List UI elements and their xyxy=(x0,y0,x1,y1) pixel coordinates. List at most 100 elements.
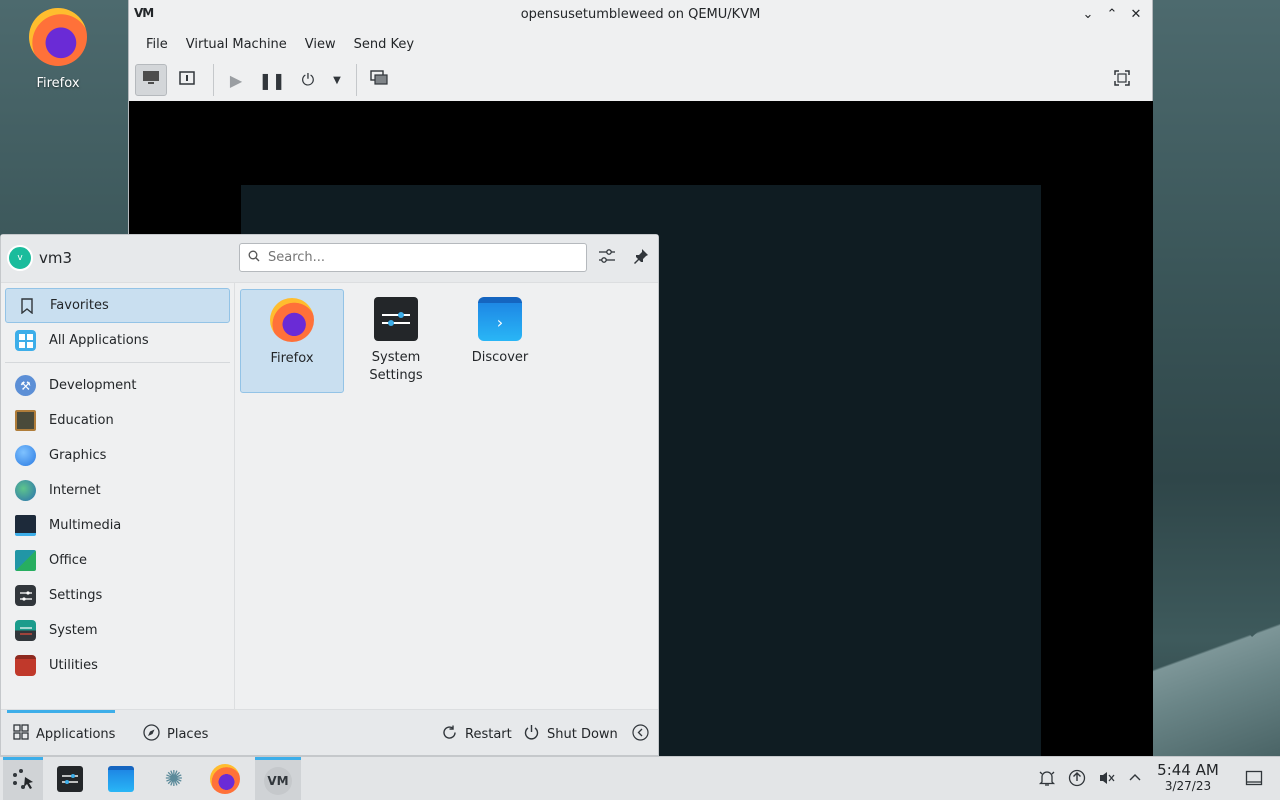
favorite-firefox[interactable]: Firefox xyxy=(240,289,344,393)
opensuse-launcher-icon xyxy=(9,765,37,797)
run-button[interactable]: ▶ xyxy=(220,64,252,96)
sidebar-item-label: Education xyxy=(49,413,114,428)
tab-applications[interactable]: Applications xyxy=(13,724,115,744)
clock-time: 5:44 AM xyxy=(1157,761,1219,779)
toolbar-separator xyxy=(213,64,214,96)
menu-file[interactable]: File xyxy=(137,37,177,52)
pin-button[interactable] xyxy=(629,246,653,270)
close-button[interactable]: ✕ xyxy=(1126,4,1146,24)
sidebar-item-label: Graphics xyxy=(49,448,107,463)
volume-muted-icon[interactable] xyxy=(1098,769,1116,791)
window-titlebar[interactable]: VM opensusetumbleweed on QEMU/KVM ⌄ ⌃ ✕ xyxy=(129,0,1152,28)
console-view-button[interactable] xyxy=(135,64,167,96)
favorite-system-settings[interactable]: System Settings xyxy=(344,289,448,393)
sidebar-item-multimedia[interactable]: Multimedia xyxy=(5,508,230,543)
power-icon: ⏻ xyxy=(301,70,315,89)
grid-icon xyxy=(15,330,36,351)
sidebar-item-label: Multimedia xyxy=(49,518,122,533)
sidebar-item-development[interactable]: ⚒ Development xyxy=(5,368,230,403)
menu-view[interactable]: View xyxy=(296,37,345,52)
toolbar: ▶ ❚❚ ⏻ ▼ xyxy=(129,60,1152,100)
firefox-icon xyxy=(210,764,240,794)
power-icon xyxy=(523,724,540,745)
shutdown-button[interactable]: Shut Down xyxy=(523,724,618,745)
menu-send-key[interactable]: Send Key xyxy=(345,37,423,52)
pause-icon: ❚❚ xyxy=(258,70,286,90)
desktop-firefox-shortcut[interactable]: Firefox xyxy=(18,8,98,91)
toolbar-separator xyxy=(356,64,357,96)
search-box[interactable] xyxy=(239,243,587,272)
sidebar-item-utilities[interactable]: Utilities xyxy=(5,648,230,683)
shutdown-label: Shut Down xyxy=(547,727,618,742)
sidebar-item-graphics[interactable]: Graphics xyxy=(5,438,230,473)
monitor-icon xyxy=(142,70,160,90)
system-settings-icon xyxy=(57,766,83,792)
chevron-left-icon xyxy=(632,724,649,745)
task-discover[interactable] xyxy=(101,757,141,800)
application-launcher: v vm3 Favorites xyxy=(0,234,659,756)
graphics-icon xyxy=(15,445,36,466)
firefox-icon xyxy=(29,8,87,66)
tab-applications-label: Applications xyxy=(36,726,116,742)
show-desktop-icon[interactable] xyxy=(1245,769,1263,791)
tab-places[interactable]: Places xyxy=(143,724,208,745)
details-view-button[interactable] xyxy=(171,64,203,96)
restart-label: Restart xyxy=(465,727,512,742)
fullscreen-button[interactable] xyxy=(1106,64,1138,96)
compass-icon xyxy=(143,724,160,745)
application-launcher-button[interactable] xyxy=(3,757,43,800)
sidebar-item-favorites[interactable]: Favorites xyxy=(5,288,230,323)
multimedia-icon xyxy=(15,515,36,536)
sidebar-item-internet[interactable]: Internet xyxy=(5,473,230,508)
task-system-settings[interactable] xyxy=(50,757,90,800)
sidebar-item-education[interactable]: Education xyxy=(5,403,230,438)
coral-app-icon: ✺ xyxy=(164,766,184,792)
search-input[interactable] xyxy=(268,250,568,265)
updates-icon[interactable] xyxy=(1068,769,1086,791)
dropdown-arrow-icon: ▼ xyxy=(333,74,341,86)
task-kde-app[interactable]: ✺ xyxy=(154,757,194,800)
username: vm3 xyxy=(39,249,73,267)
task-virt-manager[interactable]: VM xyxy=(255,757,301,800)
pause-button[interactable]: ❚❚ xyxy=(256,64,288,96)
shutdown-menu-dropdown[interactable]: ▼ xyxy=(328,64,346,96)
more-session-options-button[interactable] xyxy=(632,724,656,745)
system-icon xyxy=(15,620,36,641)
education-icon xyxy=(15,410,36,431)
chevron-up-icon[interactable] xyxy=(1128,769,1142,791)
sidebar-item-settings[interactable]: Settings xyxy=(5,578,230,613)
firefox-icon xyxy=(270,298,314,342)
favorite-discover[interactable]: › Discover xyxy=(448,289,552,393)
desktop-wallpaper-mountains xyxy=(1140,603,1280,756)
digital-clock[interactable]: 5:44 AM 3/27/23 xyxy=(1154,762,1222,794)
configure-button[interactable] xyxy=(595,246,619,270)
bookmark-icon xyxy=(16,295,37,316)
pin-icon xyxy=(633,248,649,268)
discover-icon xyxy=(108,766,134,792)
sidebar-item-label: Internet xyxy=(49,483,101,498)
sidebar-item-label: All Applications xyxy=(49,333,149,348)
restart-button[interactable]: Restart xyxy=(441,724,512,745)
window-title: opensusetumbleweed on QEMU/KVM xyxy=(520,6,761,22)
avatar[interactable]: v xyxy=(7,245,33,271)
fullscreen-icon xyxy=(1114,70,1130,90)
task-firefox[interactable] xyxy=(205,757,245,800)
favorite-label: System Settings xyxy=(369,350,423,383)
snapshot-icon xyxy=(370,70,388,90)
minimize-button[interactable]: ⌄ xyxy=(1078,4,1098,24)
menu-virtual-machine[interactable]: Virtual Machine xyxy=(177,37,296,52)
favorite-label: Firefox xyxy=(270,351,314,366)
play-icon: ▶ xyxy=(229,70,243,90)
sidebar-item-label: Utilities xyxy=(49,658,98,673)
sidebar-item-office[interactable]: Office xyxy=(5,543,230,578)
snapshots-button[interactable] xyxy=(363,64,395,96)
notifications-icon[interactable] xyxy=(1038,769,1056,791)
virt-manager-app-icon: VM xyxy=(134,6,154,20)
clock-date: 3/27/23 xyxy=(1164,779,1212,793)
sidebar-item-system[interactable]: System xyxy=(5,613,230,648)
maximize-button[interactable]: ⌃ xyxy=(1102,4,1122,24)
shutdown-vm-button[interactable]: ⏻ xyxy=(292,64,324,96)
sidebar-item-all-applications[interactable]: All Applications xyxy=(5,323,230,358)
discover-icon: › xyxy=(478,297,522,341)
category-sidebar: Favorites All Applications ⚒ Development… xyxy=(1,283,235,711)
